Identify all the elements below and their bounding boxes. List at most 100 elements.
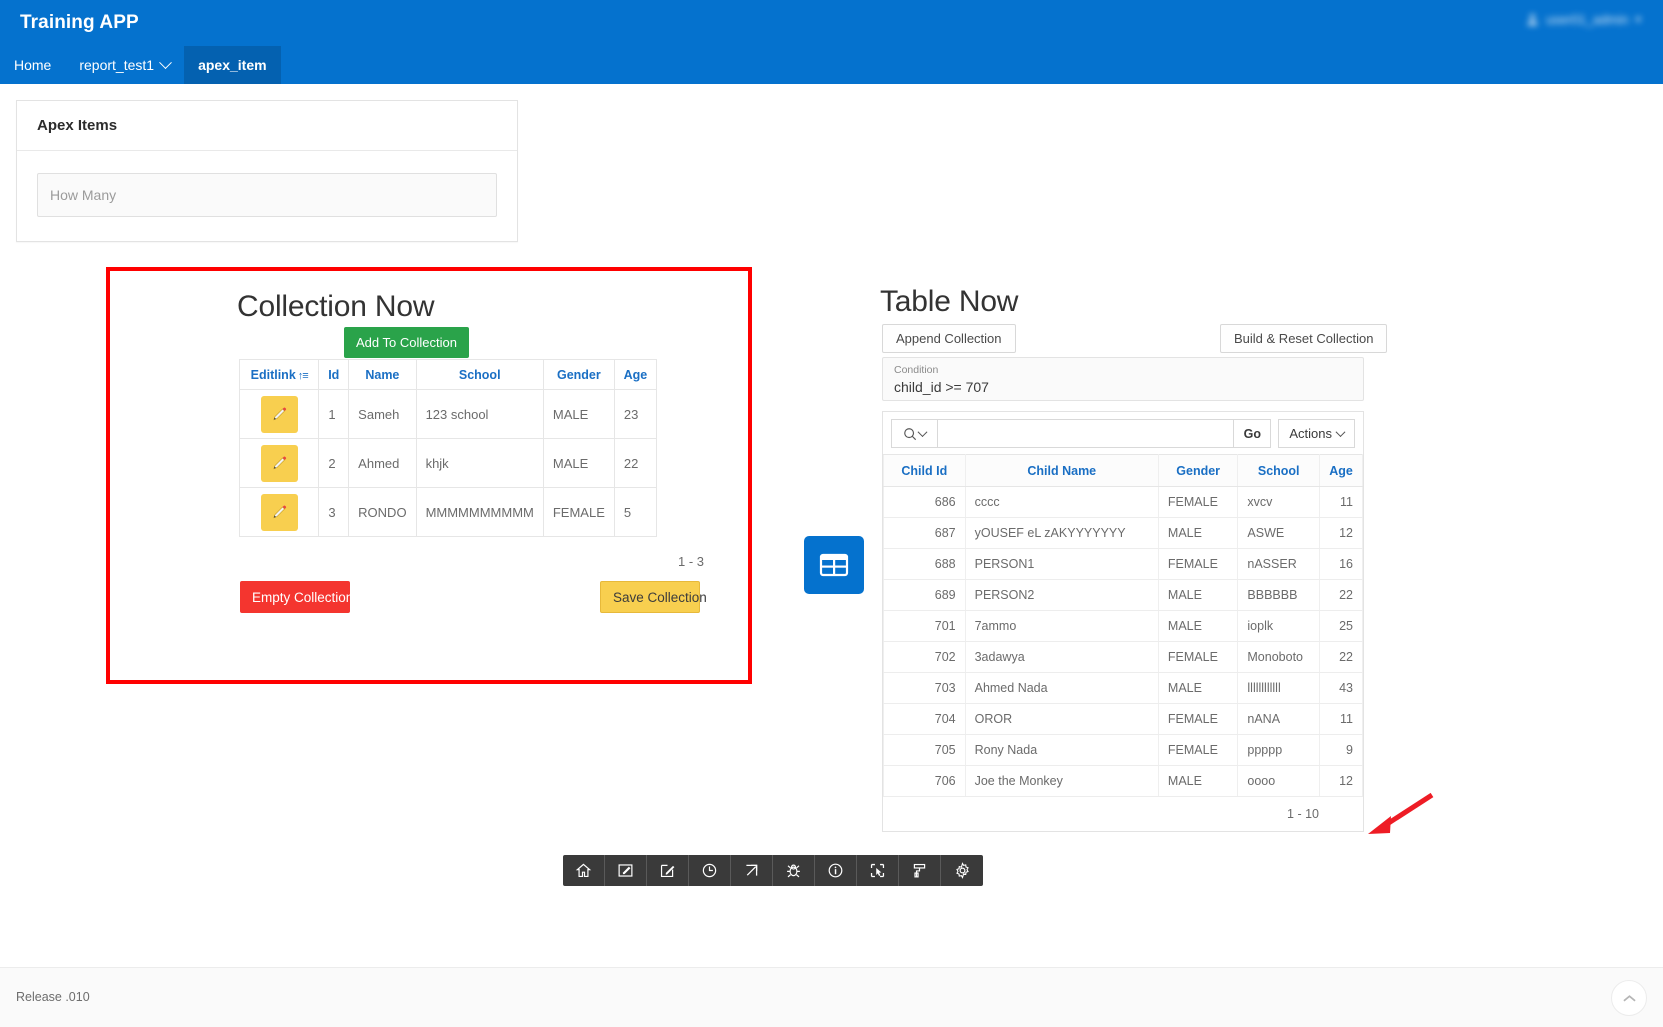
table-row: 706 Joe the Monkey MALE oooo 12 <box>883 765 1363 797</box>
user-menu[interactable]: user01_admin ▾ <box>1526 12 1641 27</box>
cell-age: 9 <box>1319 734 1363 766</box>
cell-gender: FEMALE <box>1157 486 1239 518</box>
edit-pencil-icon[interactable] <box>647 855 689 886</box>
column-header-school[interactable]: School <box>1237 454 1320 487</box>
clock-icon[interactable] <box>689 855 731 886</box>
cell-age: 12 <box>1319 517 1363 549</box>
condition-label: Condition <box>894 364 939 376</box>
cell-school: khjk <box>415 438 544 488</box>
cell-gender: FEMALE <box>1157 703 1239 735</box>
column-header-gender[interactable]: Gender <box>1157 454 1239 487</box>
column-header-school[interactable]: School <box>415 359 544 390</box>
cell-child-name: Joe the Monkey <box>964 765 1159 797</box>
bug-icon[interactable] <box>773 855 815 886</box>
column-label: Editlink <box>250 367 296 382</box>
home-icon[interactable] <box>563 855 605 886</box>
cell-child-name: yOUSEF eL zAKYYYYYYY <box>964 517 1159 549</box>
cell-age: 16 <box>1319 548 1363 580</box>
nav-item-label: report_test1 <box>79 57 155 73</box>
build-reset-collection-button[interactable]: Build & Reset Collection <box>1220 324 1388 353</box>
cell-editlink <box>238 438 320 488</box>
how-many-input[interactable] <box>37 173 497 217</box>
column-header-editlink[interactable]: Editlink ↑≡ <box>238 359 320 390</box>
table-grid-icon <box>819 553 849 577</box>
cell-age: 23 <box>613 389 658 439</box>
column-header-child-name[interactable]: Child Name <box>964 454 1159 487</box>
edit-row-button[interactable] <box>260 493 298 531</box>
apex-items-card: Apex Items <box>16 100 518 242</box>
expand-icon[interactable] <box>731 855 773 886</box>
cell-gender: MALE <box>1157 765 1239 797</box>
empty-collection-button[interactable]: Empty Collection <box>240 581 353 613</box>
release-version: Release .010 <box>16 990 90 1004</box>
column-header-id[interactable]: Id <box>318 359 350 390</box>
collection-table-body: 1 Sameh 123 school MALE 23 2 Ahmed khjk … <box>238 389 658 537</box>
theme-roller-icon[interactable] <box>899 855 941 886</box>
condition-field[interactable]: Condition child_id >= 707 <box>882 357 1364 401</box>
search-column-selector[interactable] <box>891 419 937 448</box>
cell-child-id: 687 <box>883 517 966 549</box>
cell-school: nANA <box>1237 703 1320 735</box>
cell-child-id: 703 <box>883 672 966 704</box>
append-collection-button[interactable]: Append Collection <box>882 324 1016 353</box>
table-row: 687 yOUSEF eL zAKYYYYYYY MALE ASWE 12 <box>883 517 1363 549</box>
nav-item-apex-item[interactable]: apex_item <box>184 46 281 84</box>
column-header-age[interactable]: Age <box>1319 454 1363 487</box>
cell-gender: FEMALE <box>1157 734 1239 766</box>
cell-school: ppppp <box>1237 734 1320 766</box>
cell-age: 22 <box>613 438 658 488</box>
cell-gender: FEMALE <box>1157 548 1239 580</box>
search-input[interactable] <box>937 419 1234 448</box>
cell-gender: MALE <box>1157 610 1239 642</box>
scroll-to-top-button[interactable] <box>1611 980 1647 1016</box>
collection-table-header-row: Editlink ↑≡ Id Name School Gender Age <box>238 359 658 390</box>
cell-child-name: OROR <box>964 703 1159 735</box>
cell-gender: MALE <box>1157 579 1239 611</box>
cell-school: llllllllllll <box>1237 672 1320 704</box>
edit-row-button[interactable] <box>260 395 298 433</box>
nav-item-report-test1[interactable]: report_test1 <box>65 46 184 84</box>
cell-school: ioplk <box>1237 610 1320 642</box>
column-header-name[interactable]: Name <box>348 359 417 390</box>
cell-age: 11 <box>1319 703 1363 735</box>
cell-child-id: 689 <box>883 579 966 611</box>
table-row: 703 Ahmed Nada MALE llllllllllll 43 <box>883 672 1363 704</box>
condition-value: child_id >= 707 <box>894 379 989 395</box>
chevron-down-icon <box>159 55 172 69</box>
cell-gender: MALE <box>1157 672 1239 704</box>
edit-page-icon[interactable] <box>605 855 647 886</box>
save-collection-button[interactable]: Save Collection <box>600 581 707 613</box>
cell-gender: MALE <box>542 438 615 488</box>
cell-gender: FEMALE <box>1157 641 1239 673</box>
cell-child-name: cccc <box>964 486 1159 518</box>
grid-row-count: 1 - 10 <box>1287 807 1319 821</box>
cell-child-name: Ahmed Nada <box>964 672 1159 704</box>
edit-row-button[interactable] <box>260 444 298 482</box>
cell-name: Sameh <box>348 389 417 439</box>
info-icon[interactable] <box>815 855 857 886</box>
collection-now-title: Collection Now <box>237 290 435 323</box>
gear-icon[interactable] <box>941 855 983 886</box>
nav-item-home[interactable]: Home <box>0 46 65 84</box>
table-row: 689 PERSON2 MALE BBBBBB 22 <box>883 579 1363 611</box>
cell-name: RONDO <box>348 487 417 537</box>
add-to-collection-button[interactable]: Add To Collection <box>344 327 469 358</box>
actions-button[interactable]: Actions <box>1278 419 1355 448</box>
cell-school: xvcv <box>1237 486 1320 518</box>
column-header-gender[interactable]: Gender <box>542 359 615 390</box>
cell-age: 22 <box>1319 641 1363 673</box>
table-row: 705 Rony Nada FEMALE ppppp 9 <box>883 734 1363 766</box>
cell-id: 1 <box>318 389 350 439</box>
cell-name: Ahmed <box>348 438 417 488</box>
column-header-age[interactable]: Age <box>613 359 658 390</box>
column-header-child-id[interactable]: Child Id <box>883 454 966 487</box>
select-element-icon[interactable] <box>857 855 899 886</box>
chevron-down-icon <box>917 427 928 438</box>
grid-toolbar: Go Actions <box>883 412 1363 454</box>
cell-age: 12 <box>1319 765 1363 797</box>
go-button[interactable]: Go <box>1233 419 1272 448</box>
cell-child-id: 688 <box>883 548 966 580</box>
cell-id: 2 <box>318 438 350 488</box>
cell-age: 22 <box>1319 579 1363 611</box>
nav-item-label: apex_item <box>198 57 267 73</box>
